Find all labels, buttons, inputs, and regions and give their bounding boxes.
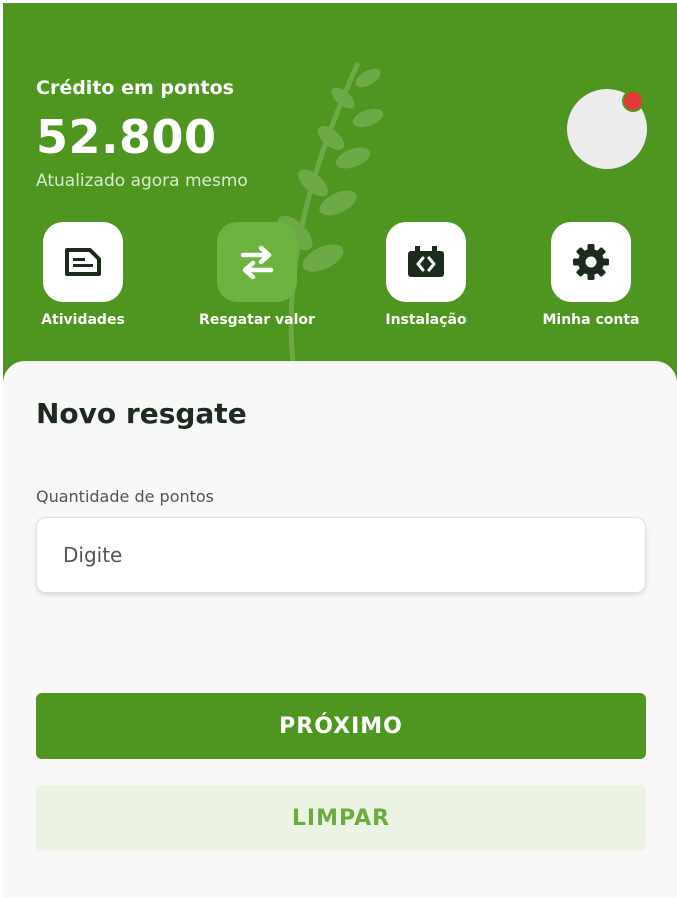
document-icon xyxy=(65,248,101,276)
action-atividades-box[interactable] xyxy=(43,222,123,302)
action-label: Atividades xyxy=(41,312,125,328)
redeem-card: Novo resgate Quantidade de pontos PRÓXIM… xyxy=(3,361,677,898)
credit-label: Crédito em pontos xyxy=(36,77,234,99)
points-input[interactable] xyxy=(37,518,645,592)
code-device-icon xyxy=(408,246,444,277)
page-title: Novo resgate xyxy=(36,397,247,430)
credit-value: 52.800 xyxy=(36,110,217,164)
action-instalacao-box[interactable] xyxy=(386,222,466,302)
action-label: Resgatar valor xyxy=(199,312,315,328)
action-minha-conta-box[interactable] xyxy=(551,222,631,302)
points-field-label: Quantidade de pontos xyxy=(36,487,215,506)
action-label: Minha conta xyxy=(542,312,640,328)
action-minha-conta[interactable]: Minha conta xyxy=(526,222,656,342)
next-button[interactable]: PRÓXIMO xyxy=(36,693,646,759)
header-panel: Crédito em pontos 52.800 Atualizado agor… xyxy=(3,3,677,403)
action-instalacao[interactable]: Instalação xyxy=(361,222,491,342)
notification-dot xyxy=(622,90,644,112)
action-resgatar-valor[interactable]: Resgatar valor xyxy=(192,222,322,342)
action-label: Instalação xyxy=(385,312,467,328)
action-resgatar-box[interactable] xyxy=(217,222,297,302)
clear-button[interactable]: LIMPAR xyxy=(36,785,646,851)
points-input-wrapper xyxy=(36,517,646,593)
app-screen: Crédito em pontos 52.800 Atualizado agor… xyxy=(3,3,677,898)
updated-timestamp: Atualizado agora mesmo xyxy=(36,171,248,191)
swap-arrows-icon xyxy=(240,245,274,280)
gear-icon xyxy=(573,244,609,280)
action-atividades[interactable]: Atividades xyxy=(18,222,148,342)
